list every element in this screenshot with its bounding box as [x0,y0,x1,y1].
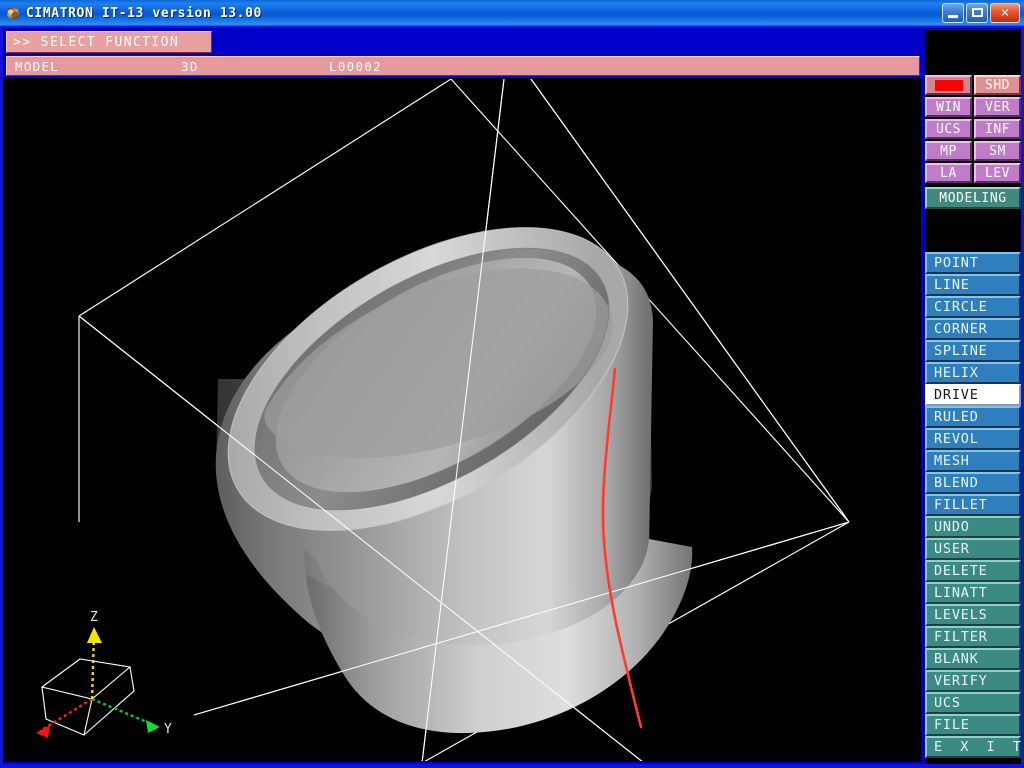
menu-item-label: FILE [934,717,970,733]
menu-item-verify[interactable]: VERIFY [925,670,1021,692]
menu-item-levels[interactable]: LEVELS [925,604,1021,626]
title-bar: CIMATRON IT-13 version 13.00 ✕ [0,0,1024,26]
toolbar-row: UCS INF [925,119,1021,139]
menu-item-fillet[interactable]: FILLET [925,494,1021,516]
toolbar-button-label: LEV [985,165,1010,181]
maximize-button[interactable] [966,3,988,23]
menu-item-helix[interactable]: HELIX [925,362,1021,384]
maximize-icon [972,8,983,17]
menu-item-label: FILTER [934,629,988,645]
model-status-bar: MODEL 3D L00002 [6,56,920,76]
toolbar-button-win[interactable]: WIN [925,97,972,117]
toolbar-button-label: LA [940,165,957,181]
menu-item-line[interactable]: LINE [925,274,1021,296]
window-controls: ✕ [942,3,1020,23]
toolbar-button-label: INF [985,121,1010,137]
window-title: CIMATRON IT-13 version 13.00 [26,5,262,21]
minimize-icon [948,15,958,18]
menu-item-label: USER [934,541,970,557]
menu-item-linatt[interactable]: LINATT [925,582,1021,604]
svg-text:Y: Y [164,722,172,737]
status-file-id: L00002 [329,59,382,74]
menu-item-label: RULED [934,409,979,425]
toolbar-row: MP SM [925,141,1021,161]
menu-item-label: E X I T [934,739,1024,755]
close-button[interactable]: ✕ [990,3,1020,23]
toolbar-button-mp[interactable]: MP [925,141,972,161]
toolbar-button-ucs[interactable]: UCS [925,119,972,139]
menu-item-ruled[interactable]: RULED [925,406,1021,428]
select-function-bar: >> SELECT FUNCTION [6,31,212,53]
toolbar-grid: SHD WIN VER UCS INF MP SM LA LEV [925,75,1021,185]
menu-item-circle[interactable]: CIRCLE [925,296,1021,318]
toolbar-button-lev[interactable]: LEV [974,163,1021,183]
window-frame-bottom [0,764,1024,768]
menu-item-label: BLANK [934,651,979,667]
function-menu: POINT LINE CIRCLE CORNER SPLINE HELIX DRIVE RUL… [925,252,1021,758]
menu-item-label: LEVELS [934,607,988,623]
minimize-button[interactable] [942,3,964,23]
menu-item-drive[interactable]: DRIVE [925,384,1021,406]
toolbar-button-label: UCS [936,121,961,137]
menu-item-label: UCS [934,695,961,711]
toolbar-button-label: SHD [985,77,1010,93]
menu-item-point[interactable]: POINT [925,252,1021,274]
graphics-viewport[interactable]: Y Z [3,78,921,762]
toolbar-row: LA LEV [925,163,1021,183]
window-frame-top [0,26,1024,28]
toolbar-button-ver[interactable]: VER [974,97,1021,117]
menu-item-user[interactable]: USER [925,538,1021,560]
color-swatch-button[interactable] [925,75,972,95]
model-render: Y Z [4,79,920,761]
menu-item-label: CORNER [934,321,988,337]
toolbar-button-inf[interactable]: INF [974,119,1021,139]
menu-item-label: DELETE [934,563,988,579]
menu-item-label: LINE [934,277,970,293]
menu-item-exit[interactable]: E X I T [925,736,1021,758]
menu-item-ucs[interactable]: UCS [925,692,1021,714]
menu-item-label: VERIFY [934,673,988,689]
menu-item-label: FILLET [934,497,988,513]
menu-item-blend[interactable]: BLEND [925,472,1021,494]
menu-item-undo[interactable]: UNDO [925,516,1021,538]
menu-item-label: SPLINE [934,343,988,359]
right-command-panel: SHD WIN VER UCS INF MP SM LA LEV MODELIN… [925,30,1021,764]
toolbar-button-label: VER [985,99,1010,115]
menu-item-delete[interactable]: DELETE [925,560,1021,582]
toolbar-button-label: WIN [936,99,961,115]
toolbar-button-label: SM [989,143,1006,159]
menu-item-label: LINATT [934,585,988,601]
mode-button-label: MODELING [939,190,1007,206]
menu-item-label: UNDO [934,519,970,535]
menu-item-spline[interactable]: SPLINE [925,340,1021,362]
menu-item-blank[interactable]: BLANK [925,648,1021,670]
application-window: CIMATRON IT-13 version 13.00 ✕ >> SELECT… [0,0,1024,768]
menu-item-label: POINT [934,255,979,271]
toolbar-button-sm[interactable]: SM [974,141,1021,161]
select-function-label: >> SELECT FUNCTION [13,34,180,50]
toolbar-row: SHD [925,75,1021,95]
menu-item-label: BLEND [934,475,979,491]
menu-item-revol[interactable]: REVOL [925,428,1021,450]
menu-item-label: DRIVE [934,387,979,403]
cimatron-app-icon [4,4,22,22]
menu-item-label: HELIX [934,365,979,381]
toolbar-button-label: MP [940,143,957,159]
menu-item-filter[interactable]: FILTER [925,626,1021,648]
close-icon: ✕ [1000,6,1010,20]
toolbar-row: WIN VER [925,97,1021,117]
menu-item-corner[interactable]: CORNER [925,318,1021,340]
toolbar-button-la[interactable]: LA [925,163,972,183]
menu-item-mesh[interactable]: MESH [925,450,1021,472]
mode-button-modeling[interactable]: MODELING [925,187,1021,209]
menu-item-label: MESH [934,453,970,469]
color-chip [934,79,963,91]
menu-item-file[interactable]: FILE [925,714,1021,736]
toolbar-button-shd[interactable]: SHD [974,75,1021,95]
status-dimension: 3D [181,59,199,74]
menu-item-label: CIRCLE [934,299,988,315]
menu-item-label: REVOL [934,431,979,447]
status-mode: MODEL [15,59,60,74]
svg-text:Z: Z [90,610,98,625]
